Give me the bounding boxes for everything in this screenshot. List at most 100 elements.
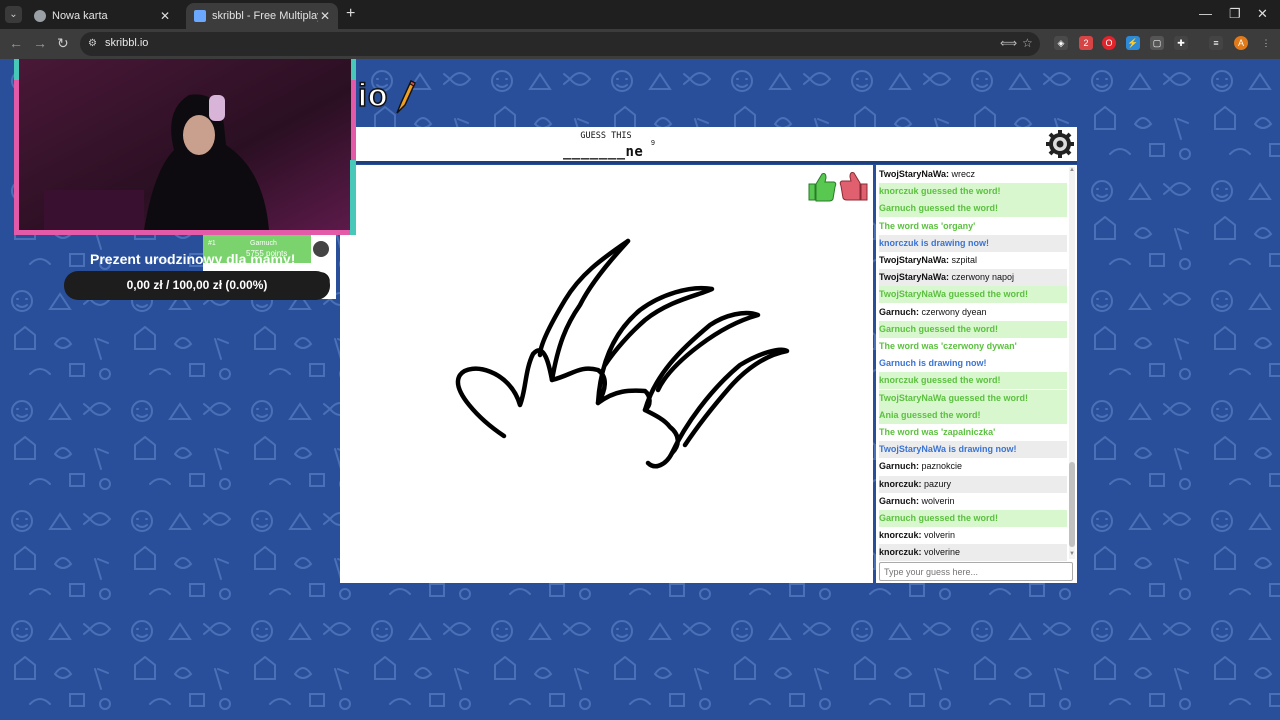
chat-text: Ania guessed the word! [879, 409, 981, 420]
reading-list-icon[interactable]: ≡ [1209, 36, 1223, 50]
chat-message: knorczuk guessed the word! [879, 372, 1067, 390]
pencil-logo-icon [396, 79, 416, 114]
tab-new-tab[interactable]: Nowa karta ✕ [26, 3, 178, 29]
chat-message: Garnuch guessed the word! [879, 200, 1067, 218]
close-tab-icon[interactable]: ✕ [318, 9, 332, 23]
tab-search-button[interactable]: ⌄ [5, 6, 22, 23]
chat-message: TwojStaryNaWa guessed the word! [879, 286, 1067, 304]
chat-message: The word was 'zapalniczka' [879, 424, 1067, 441]
scrollbar-thumb[interactable] [1069, 462, 1075, 547]
forward-icon[interactable]: → [33, 35, 47, 51]
chat-author: Garnuch: [879, 461, 920, 472]
chat-message: Garnuch: paznokcie [879, 458, 1067, 475]
thumbs-up-icon[interactable] [808, 173, 837, 202]
chat-text: wrecz [949, 169, 976, 179]
chat-message: The word was 'organy' [879, 218, 1067, 235]
chat-text: wolverin [919, 495, 955, 506]
url-text: skribbl.io [105, 37, 149, 49]
chat-message: Garnuch guessed the word! [879, 320, 1067, 338]
chat-message: Ania guessed the word! [879, 406, 1067, 424]
browser-menu-icon[interactable]: ⋮ [1259, 36, 1273, 50]
chat-text: The word was 'zapalniczka' [879, 427, 996, 437]
scroll-down-icon[interactable]: ▼ [1069, 551, 1075, 557]
restore-window-icon[interactable]: ❐ [1229, 6, 1241, 22]
word-length: 9 [651, 140, 655, 147]
opera-extension-icon[interactable]: O [1102, 36, 1116, 50]
drawing-canvas[interactable] [340, 165, 873, 583]
extension-icon[interactable]: ▢ [1150, 36, 1164, 50]
extension-icon[interactable]: ⚡ [1126, 36, 1140, 50]
skribbl-page: io GUESS THIS _______ne 9 TwojStaryNaWa:… [0, 59, 1280, 720]
close-window-icon[interactable]: ✕ [1257, 6, 1268, 22]
chat-author: Garnuch: [879, 495, 920, 506]
chat-text: czerwony napoj [949, 272, 1015, 283]
webcam-feed [14, 59, 356, 235]
chat-author: Garnuch: [879, 306, 920, 317]
chat-text: knorczuk guessed the word! [879, 375, 1001, 386]
close-tab-icon[interactable]: ✕ [158, 9, 172, 23]
chat-author: TwojStaryNaWa: [879, 255, 950, 265]
chat-text: The word was 'organy' [879, 220, 976, 231]
skribbl-favicon-icon [194, 10, 206, 22]
chat-message: TwojStaryNaWa: szpital [879, 252, 1067, 269]
drawing-strokes [455, 238, 790, 469]
chat-message: knorczuk: volverine [879, 544, 1067, 562]
chat-text: The word was 'czerwony dywan' [879, 341, 1017, 351]
chat-message: knorczuk: volverin [879, 527, 1067, 544]
back-icon[interactable]: ← [9, 35, 23, 51]
chat-text: Garnuch guessed the word! [879, 203, 999, 214]
translate-icon[interactable]: ⟺ [1000, 36, 1017, 50]
chat-text: paznokcie [919, 461, 963, 472]
chat-author: TwojStaryNaWa: [879, 272, 950, 283]
chat-message: Garnuch: wolverin [879, 493, 1067, 510]
reload-icon[interactable]: ↻ [57, 35, 69, 52]
browser-toolbar: ← → ↻ ⚙ skribbl.io ⟺ ☆ ◈ 2 O ⚡ ▢ ✚ ≡ A ⋮ [0, 29, 1280, 59]
donation-amount: 0,00 zł / 100,00 zł (0.00%) [126, 278, 268, 292]
tab-skribbl[interactable]: skribbl - Free Multiplayer Drawi ✕ [186, 3, 338, 29]
extension-icon[interactable]: ◈ [1054, 36, 1068, 50]
chat-panel: TwojStaryNaWa: wrecz knorczuk guessed the… [876, 165, 1077, 583]
address-bar[interactable]: ⚙ skribbl.io ⟺ ☆ [80, 32, 1040, 56]
chat-message: The word was 'czerwony dywan' [879, 338, 1067, 355]
minimize-window-icon[interactable]: — [1199, 6, 1212, 21]
new-tab-button[interactable]: + [346, 5, 355, 23]
chat-text: szpital [949, 255, 978, 265]
chat-text: TwojStaryNaWa guessed the word! [879, 289, 1029, 300]
thumbs-down-icon[interactable] [839, 172, 868, 201]
chat-text: knorczuk guessed the word! [879, 186, 1001, 197]
leader-rank: #1 [208, 240, 216, 247]
guess-this-label: GUESS THIS [580, 131, 632, 141]
extension-badge-icon[interactable]: 2 [1079, 36, 1093, 50]
chat-author: knorczuk: [879, 547, 922, 558]
chat-scrollbar[interactable]: ▲ ▼ [1069, 167, 1075, 559]
donation-goal-label: Prezent urodzinowy dla mamy! [90, 251, 296, 267]
chrome-icon [34, 10, 46, 22]
settings-gear-icon[interactable] [1046, 130, 1074, 158]
vote-buttons [808, 172, 868, 202]
chat-author: knorczuk: [879, 478, 922, 489]
skribbl-logo: io [357, 76, 389, 114]
chat-message: Garnuch guessed the word! [879, 510, 1067, 527]
chat-text: volverine [921, 547, 961, 558]
chat-text: czerwony dyean [919, 306, 987, 317]
chat-message: knorczuk is drawing now! [879, 234, 1067, 252]
bookmark-star-icon[interactable]: ☆ [1022, 36, 1033, 50]
guess-input[interactable] [879, 562, 1073, 581]
chat-message: TwojStaryNaWa: wrecz [879, 166, 1067, 183]
chat-text: TwojStaryNaWa is drawing now! [879, 444, 1017, 455]
site-info-icon[interactable]: ⚙ [88, 38, 100, 50]
extensions-puzzle-icon[interactable]: ✚ [1174, 36, 1188, 50]
chat-text: TwojStaryNaWa guessed the word! [879, 392, 1029, 403]
donation-progress-bar: 0,00 zł / 100,00 zł (0.00%) [64, 271, 330, 300]
tab-title: skribbl - Free Multiplayer Drawi [212, 10, 318, 22]
chat-author: knorczuk: [879, 530, 922, 541]
chat-author: TwojStaryNaWa: [879, 169, 950, 179]
chat-message: Garnuch is drawing now! [879, 355, 1067, 372]
game-header: GUESS THIS _______ne 9 [340, 127, 1077, 164]
scroll-up-icon[interactable]: ▲ [1069, 167, 1075, 173]
leader-name: Garnuch [250, 240, 277, 247]
chat-text: pazury [921, 478, 952, 489]
profile-avatar[interactable]: A [1234, 36, 1248, 50]
tab-title: Nowa karta [52, 10, 108, 22]
chat-message: Garnuch: czerwony dyean [879, 304, 1067, 321]
